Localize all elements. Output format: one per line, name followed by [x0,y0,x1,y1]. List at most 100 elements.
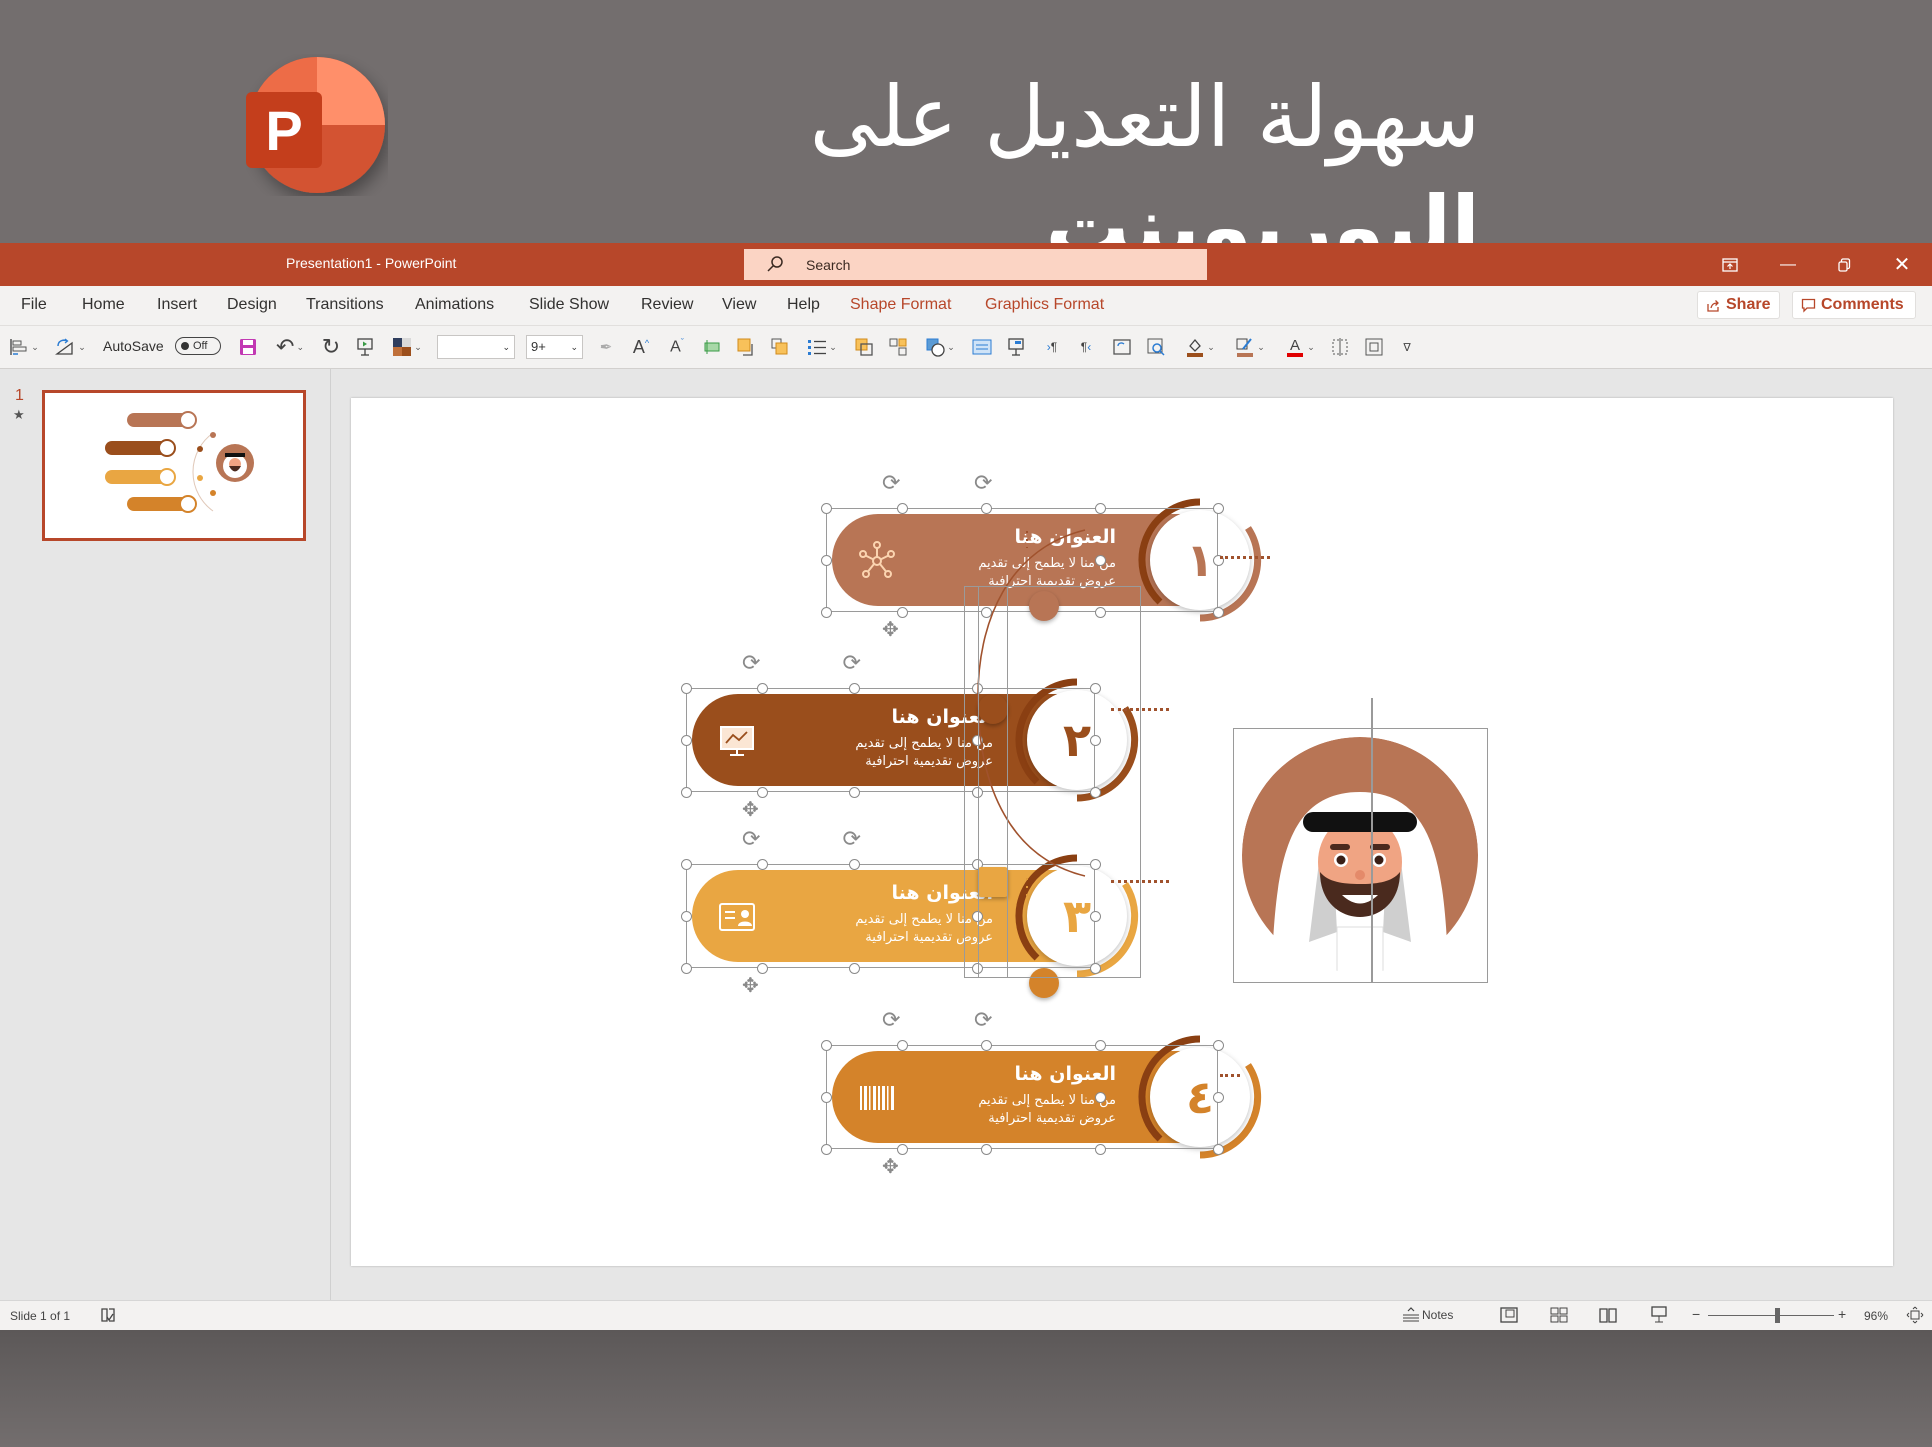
ribbon-tabs: File Home Insert Design Transitions Anim… [0,286,1932,326]
redo-button[interactable]: ↻ [318,334,344,359]
font-color-button[interactable]: A ⌄ [1280,335,1320,359]
zoom-out-button[interactable]: − [1692,1306,1700,1322]
vertical-guide [1371,698,1373,983]
accessibility-button[interactable] [100,1307,116,1326]
save-button[interactable] [236,335,260,359]
selection-icon [1332,338,1348,356]
text-box-button[interactable] [970,335,994,359]
reading-view-button[interactable] [1599,1307,1617,1326]
slide-editor: العنوان هنا من منا لا يطمح إلى تقديم عروض … [331,369,1932,1300]
slideshow-view-icon [1651,1306,1667,1323]
search-icon [767,256,783,272]
autosave-state: Off [193,340,208,352]
rotate-button[interactable]: ⌄ [50,335,90,359]
notes-button[interactable]: Notes [1402,1307,1453,1323]
portrait-avatar[interactable] [1237,732,1483,978]
align-middle-button[interactable] [700,335,724,359]
increase-font-size-button[interactable]: A^ [628,335,654,359]
fit-to-window-button[interactable] [1906,1306,1924,1327]
ribbon-display-icon [1722,257,1738,272]
group-button[interactable] [886,335,910,359]
shape-outline-button[interactable]: ⌄ [1230,335,1270,359]
reuse-slides-button[interactable] [1110,335,1134,359]
autosave-toggle[interactable]: Off [175,337,221,355]
status-bar: Slide 1 of 1 Notes − + 96% [0,1300,1932,1331]
zoom-percent[interactable]: 96% [1864,1309,1888,1323]
ribbon-display-options-button[interactable] [1702,243,1758,286]
undo-button[interactable]: ↶ ⌄ [270,334,310,359]
animation-star-icon: ★ [13,407,25,422]
tab-view[interactable]: View [722,296,756,314]
tab-home[interactable]: Home [82,296,125,314]
promo-title: سهولة التعديل على البوربوينت [440,62,1482,276]
decrease-font-icon: Aˇ [670,337,684,356]
customize-toolbar-button[interactable]: ∇ [1398,335,1416,359]
share-icon [1707,299,1719,312]
slideshow-icon [357,338,373,356]
promo-header: P سهولة التعديل على البوربوينت [0,0,1932,276]
tab-help[interactable]: Help [787,296,820,314]
slide-sorter-button[interactable] [1550,1307,1568,1326]
presenter-button[interactable] [1004,335,1028,359]
quick-access-toolbar: ⌄ ⌄ AutoSave Off ↶ ⌄ ↻ ⌄ ⌄ 9+ ⌄ ✒ A^ Aˇ ⌄ … [0,326,1932,369]
slide-indicator: Slide 1 of 1 [10,1309,71,1323]
slide-thumbnail[interactable] [42,390,306,541]
send-backward-button[interactable] [768,335,792,359]
search-label: Search [806,257,851,273]
tab-file[interactable]: File [21,296,47,314]
minimize-button[interactable]: — [1760,243,1816,286]
ltr-button[interactable]: ›¶ [1040,335,1064,359]
group-objects-button[interactable] [1362,335,1386,359]
decrease-font-size-button[interactable]: Aˇ [664,335,690,359]
redo-icon: ↻ [321,334,341,359]
group-icon [889,338,907,356]
start-slideshow-button[interactable] [352,335,378,359]
slideshow-view-button[interactable] [1650,1306,1668,1327]
tab-design[interactable]: Design [227,296,277,314]
bring-forward-icon [737,338,753,356]
tab-insert[interactable]: Insert [157,296,197,314]
slide-sorter-icon [1550,1307,1568,1323]
notes-icon [1403,1307,1419,1322]
zoom-slider[interactable] [1708,1315,1834,1316]
bring-forward-button[interactable] [734,335,758,359]
distribute-icon [704,340,720,354]
align-left-icon [10,339,27,355]
color-palette-icon [393,338,412,356]
tab-slide-show[interactable]: Slide Show [529,296,609,314]
bring-to-front-button[interactable] [852,335,876,359]
document-title: Presentation1 - PowerPoint [286,255,457,271]
normal-view-button[interactable] [1500,1307,1518,1326]
font-size-value: 9+ [531,339,546,354]
search-box[interactable]: Search [744,249,1207,280]
toggle-knob [181,342,189,350]
font-color-icon: A [1287,337,1304,357]
slide-canvas[interactable]: العنوان هنا من منا لا يطمح إلى تقديم عروض … [351,398,1893,1266]
rtl-button[interactable]: ¶‹ [1074,335,1098,359]
shape-fill-button[interactable]: ⌄ [1180,335,1220,359]
shapes-button[interactable]: ⌄ [920,335,960,359]
restore-button[interactable] [1816,243,1872,286]
tab-transitions[interactable]: Transitions [306,296,384,314]
title-bar: Presentation1 - PowerPoint Search — ✕ [0,243,1932,286]
tab-graphics-format[interactable]: Graphics Format [985,296,1104,314]
theme-colors-button[interactable]: ⌄ [386,335,428,359]
undo-icon: ↶ [276,334,295,359]
find-button[interactable] [1144,335,1168,359]
format-painter-button[interactable]: ✒ [594,335,618,359]
align-button[interactable]: ⌄ [6,335,42,359]
tab-shape-format[interactable]: Shape Format [850,296,951,314]
zoom-slider-thumb[interactable] [1775,1308,1781,1323]
close-button[interactable]: ✕ [1874,243,1930,286]
select-objects-button[interactable] [1328,335,1352,359]
font-name-select[interactable]: ⌄ [437,335,515,359]
bullets-button[interactable]: ⌄ [802,335,842,359]
zoom-in-button[interactable]: + [1838,1306,1846,1322]
tab-review[interactable]: Review [641,296,693,314]
pen-outline-icon [1236,338,1254,357]
bring-to-front-icon [855,338,873,356]
comments-button[interactable]: Comments [1792,291,1916,319]
share-button[interactable]: Share [1697,291,1780,319]
tab-animations[interactable]: Animations [415,296,494,314]
font-size-select[interactable]: 9+ ⌄ [526,335,583,359]
